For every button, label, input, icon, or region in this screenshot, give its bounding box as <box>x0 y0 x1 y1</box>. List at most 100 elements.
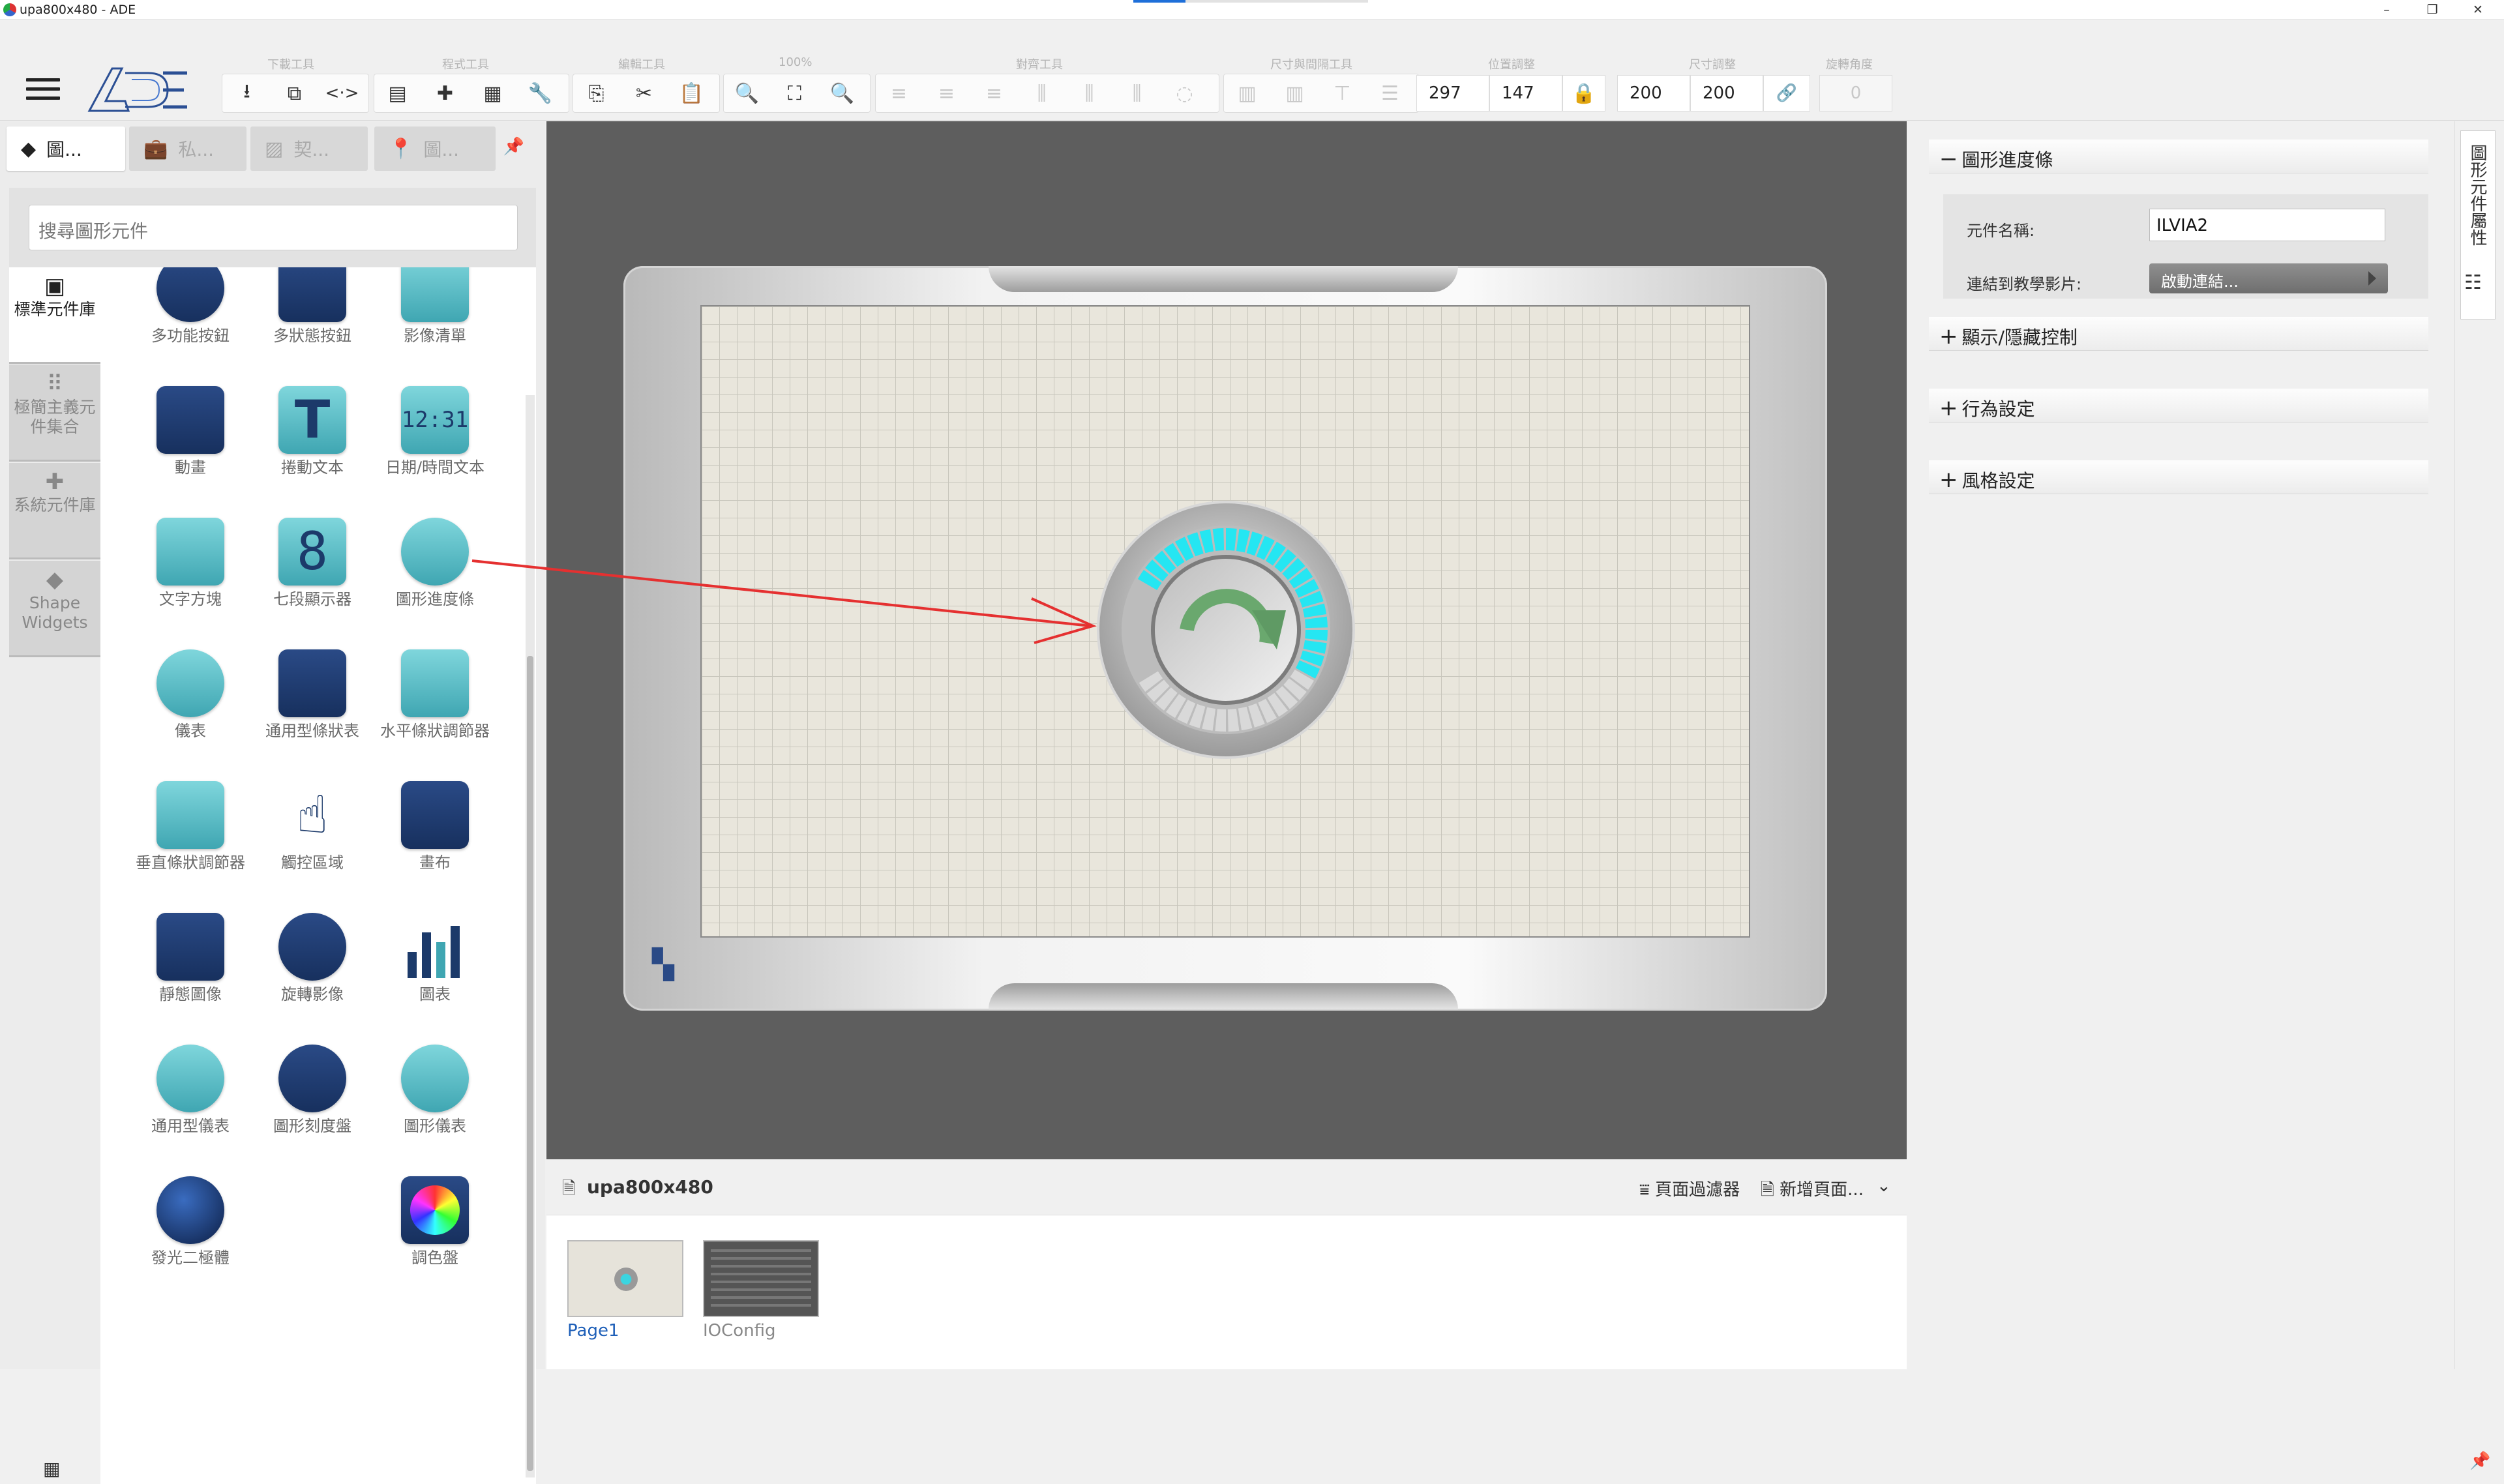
align-middle-icon[interactable]: ⫼ <box>1066 74 1113 113</box>
widget-static-image[interactable]: 靜態圖像 <box>135 913 246 1003</box>
page-thumbnail-ioconfig[interactable] <box>703 1240 819 1317</box>
widget-bar-gauge[interactable]: 通用型條狀表 <box>257 649 368 739</box>
category-shape-widgets[interactable]: ◆ Shape Widgets <box>9 561 100 657</box>
position-label: 位置調整 <box>1488 58 1535 72</box>
zoom-in-icon[interactable]: 🔍 <box>818 74 866 113</box>
widget-chart[interactable]: 圖表 <box>380 913 490 1003</box>
lock-icon[interactable]: 🔒 <box>1562 75 1605 111</box>
section-behavior[interactable]: + 行為設定 <box>1929 389 2428 423</box>
code-icon[interactable]: <·> <box>318 74 366 113</box>
widget-circular-progress[interactable]: 圖形進度條 <box>380 518 490 608</box>
size-4-icon[interactable]: ☰ <box>1366 74 1414 113</box>
chevron-down-icon[interactable]: ⌄ <box>1877 1176 1891 1196</box>
widget-rotate-image[interactable]: 旋轉影像 <box>257 913 368 1003</box>
widget-dial[interactable]: 圖形刻度盤 <box>257 1045 368 1135</box>
section-show-hide[interactable]: + 顯示/隱藏控制 <box>1929 317 2428 351</box>
page-filter-button[interactable]: ⩸ 頁面過濾器 <box>1639 1176 1740 1200</box>
widget-scrollbar-thumb[interactable] <box>527 656 533 1471</box>
toolbar: 下載工具 ⭳ ⧉ <·> 程式工具 ▤ ✚ ▦ 🔧 編輯工具 ⎘ ✂ 📋 100… <box>0 20 2504 121</box>
animation-icon <box>156 386 224 454</box>
paste-icon[interactable]: 📋 <box>668 74 715 113</box>
category-minimal[interactable]: ⠿ 極簡主義元件集合 <box>9 365 100 462</box>
tab-private[interactable]: 💼 私... <box>129 126 246 171</box>
toolbar-group-label-size: 尺寸與間隔工具 <box>1270 58 1352 72</box>
widget-animation[interactable]: 動畫 <box>135 386 246 476</box>
tab-images[interactable]: ▨ 契... <box>250 126 368 171</box>
fit-icon[interactable]: ⛶ <box>771 74 818 113</box>
widget-image-list[interactable]: 影像清單 <box>380 267 490 344</box>
widget-textbox[interactable]: 文字方塊 <box>135 518 246 608</box>
page-name-page1[interactable]: Page1 <box>567 1321 619 1341</box>
search-input[interactable]: 搜尋圖形元件 <box>29 205 518 250</box>
toolbar-group-label-align: 對齊工具 <box>1016 58 1063 72</box>
pin-icon[interactable]: 📌 <box>2469 1451 2490 1471</box>
widget-palette[interactable]: 調色盤 <box>380 1176 490 1266</box>
widget-canvas[interactable]: 畫布 <box>380 781 490 871</box>
widget-meter[interactable]: 儀表 <box>135 649 246 739</box>
widget-generic-gauge[interactable]: 通用型儀表 <box>135 1045 246 1135</box>
align-right-icon[interactable]: ≡ <box>970 74 1018 113</box>
widget-label: 動畫 <box>175 458 206 477</box>
menu-hamburger-icon[interactable] <box>26 78 60 102</box>
widget-multi-button[interactable]: 多功能按鈕 <box>135 267 246 344</box>
position-x-input[interactable]: 297 <box>1416 75 1489 111</box>
section-style[interactable]: + 風格設定 <box>1929 460 2428 494</box>
minimize-button[interactable]: – <box>2367 0 2406 20</box>
close-button[interactable]: ✕ <box>2458 0 2497 20</box>
multi-state-button-icon <box>278 267 346 322</box>
circular-progress-widget[interactable] <box>1096 499 1356 760</box>
storage-icon[interactable]: ▤ <box>374 74 421 113</box>
tab-graphic-widgets[interactable]: ◆ 圖... <box>7 126 125 171</box>
add-page-button[interactable]: 🗎 新增頁面... <box>1761 1176 1864 1206</box>
page-thumbnail-page1[interactable] <box>567 1240 683 1317</box>
widget-h-slider[interactable]: 水平條狀調節器 <box>380 649 490 739</box>
download-icon[interactable]: ⭳ <box>223 74 271 113</box>
align-top-icon[interactable]: ⫼ <box>1018 74 1066 113</box>
rotation-input[interactable]: 0 <box>1819 75 1892 111</box>
widget-label: 畫布 <box>419 853 451 872</box>
align-bottom-icon[interactable]: ⫼ <box>1113 74 1161 113</box>
cut-icon[interactable]: ✂ <box>620 74 668 113</box>
name-field[interactable]: ILVIA2 <box>2149 209 2385 241</box>
widget-touch-area[interactable]: ☝ 觸控區域 <box>257 781 368 871</box>
link-icon[interactable]: 🔗 <box>1763 75 1810 111</box>
align-extra-icon[interactable]: ◌ <box>1161 74 1208 113</box>
chart-icon <box>401 913 469 981</box>
align-left-icon[interactable]: ≡ <box>875 74 923 113</box>
widget-seven-segment[interactable]: 8 七段顯示器 <box>257 518 368 608</box>
zoom-out-icon[interactable]: 🔍 <box>723 74 771 113</box>
size-3-icon[interactable]: ⊤ <box>1319 74 1366 113</box>
sliders-icon[interactable]: ☷ <box>2464 271 2482 294</box>
widget-round-gauge[interactable]: 圖形儀表 <box>380 1045 490 1135</box>
height-input[interactable]: 200 <box>1690 75 1763 111</box>
position-y-input[interactable]: 147 <box>1489 75 1562 111</box>
width-input[interactable]: 200 <box>1617 75 1690 111</box>
widget-led[interactable]: 發光二極體 <box>135 1176 246 1266</box>
wrench-icon[interactable]: 🔧 <box>516 74 564 113</box>
widget-scroll-text[interactable]: T 捲動文本 <box>257 386 368 476</box>
play-icon[interactable]: ⧉ <box>271 74 318 113</box>
puzzle-icon[interactable]: ✚ <box>421 74 469 113</box>
widget-label: 日期/時間文本 <box>385 458 485 477</box>
page-name-ioconfig[interactable]: IOConfig <box>703 1321 776 1341</box>
category-system[interactable]: ✚ 系統元件庫 <box>9 463 100 559</box>
dots-grid-icon: ⠿ <box>46 371 63 397</box>
launch-link-button[interactable]: 啟動連結... <box>2149 263 2388 293</box>
widget-v-slider[interactable]: 垂直條狀調節器 <box>135 781 246 871</box>
size-2-icon[interactable]: ▥ <box>1271 74 1319 113</box>
apps-grid-icon[interactable]: ▦ <box>43 1458 60 1479</box>
copy-icon[interactable]: ⎘ <box>573 74 620 113</box>
puzzle-icon: ✚ <box>45 469 65 495</box>
components-icon[interactable]: ▦ <box>469 74 516 113</box>
size-1-icon[interactable]: ▥ <box>1223 74 1271 113</box>
section-circular-progress[interactable]: − 圖形進度條 <box>1929 140 2428 173</box>
properties-panel: − 圖形進度條 元件名稱: ILVIA2 連結到教學影片: 啟動連結... + 顯示… <box>1907 121 2454 1369</box>
widget-datetime[interactable]: 12:31 日期/時間文本 <box>380 386 490 476</box>
widget-multi-state-button[interactable]: 多狀態按鈕 <box>257 267 368 344</box>
pin-icon[interactable]: 📌 <box>502 137 526 160</box>
category-standard[interactable]: ▣ 標準元件庫 <box>9 267 100 364</box>
restore-button[interactable]: ❐ <box>2413 0 2452 20</box>
canvas-icon <box>401 781 469 849</box>
tab-map[interactable]: 📍 圖... <box>374 126 496 171</box>
align-center-icon[interactable]: ≡ <box>923 74 970 113</box>
